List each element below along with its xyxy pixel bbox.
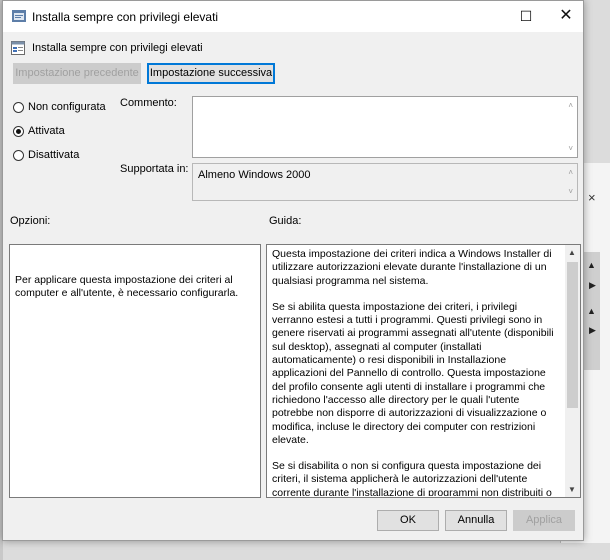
supported-value: Almeno Windows 2000: [198, 169, 311, 181]
radio-enabled[interactable]: Attivata: [13, 125, 65, 137]
radio-disabled[interactable]: Disattivata: [13, 149, 79, 161]
background-right-arrow-icon[interactable]: ▶: [589, 280, 596, 291]
radio-circle[interactable]: [13, 149, 24, 161]
radio-not-configured[interactable]: Non configurata: [13, 101, 106, 113]
help-scrollbar[interactable]: ▲ ▼: [565, 245, 580, 497]
maximize-icon[interactable]: ☐: [511, 5, 541, 27]
radio-circle[interactable]: [13, 101, 24, 113]
help-paragraph: Se si disabilita o non si configura ques…: [272, 460, 552, 496]
close-icon[interactable]: ✕: [551, 5, 581, 27]
previous-setting-button[interactable]: Impostazione precedente: [13, 63, 141, 84]
comment-label: Commento:: [120, 97, 177, 109]
radio-label: Non configurata: [28, 101, 106, 113]
supported-label: Supportata in:: [120, 163, 189, 175]
window-title: Installa sempre con privilegi elevati: [32, 10, 219, 24]
radio-label: Attivata: [28, 125, 65, 137]
title-bar[interactable]: Installa sempre con privilegi elevati — …: [3, 1, 583, 32]
setting-icon: [11, 41, 25, 55]
policy-icon: [12, 10, 26, 22]
scroll-down-icon[interactable]: ▼: [568, 485, 576, 494]
scroll-up-icon[interactable]: ˄: [568, 168, 573, 177]
apply-button[interactable]: Applica: [513, 510, 575, 531]
next-setting-button[interactable]: Impostazione successiva: [147, 63, 275, 84]
minimize-icon[interactable]: —: [469, 5, 499, 27]
scroll-up-icon[interactable]: ˄: [568, 101, 573, 110]
help-text: Questa impostazione dei criteri indica a…: [272, 248, 560, 496]
comment-textarea[interactable]: ˄ ˅: [192, 96, 578, 158]
options-text: Per applicare questa impostazione dei cr…: [15, 274, 239, 299]
options-panel: Per applicare questa impostazione dei cr…: [9, 244, 261, 498]
scrollbar-thumb[interactable]: [567, 262, 578, 408]
ok-button[interactable]: OK: [377, 510, 439, 531]
help-paragraph: Se si abilita questa impostazione dei cr…: [272, 300, 554, 446]
radio-label: Disattivata: [28, 149, 80, 161]
background-up-arrow-icon[interactable]: ▲: [587, 260, 596, 270]
scroll-up-icon[interactable]: ▲: [568, 248, 576, 257]
scroll-down-icon[interactable]: ˅: [568, 187, 573, 196]
background-up-arrow-icon[interactable]: ▲: [587, 306, 596, 316]
help-panel[interactable]: Questa impostazione dei criteri indica a…: [266, 244, 581, 498]
cancel-button[interactable]: Annulla: [445, 510, 507, 531]
background-close-icon[interactable]: ×: [588, 190, 596, 205]
help-label: Guida:: [269, 215, 302, 227]
policy-dialog: Installa sempre con privilegi elevati — …: [2, 0, 584, 541]
help-paragraph: Questa impostazione dei criteri indica a…: [272, 248, 552, 287]
supported-field: Almeno Windows 2000 ˄ ˅: [192, 163, 578, 201]
options-label: Opzioni:: [10, 215, 51, 227]
scroll-down-icon[interactable]: ˅: [568, 144, 573, 153]
setting-title: Installa sempre con privilegi elevati: [32, 42, 203, 54]
background-right-arrow-icon[interactable]: ▶: [589, 325, 596, 336]
radio-circle[interactable]: [13, 125, 24, 137]
